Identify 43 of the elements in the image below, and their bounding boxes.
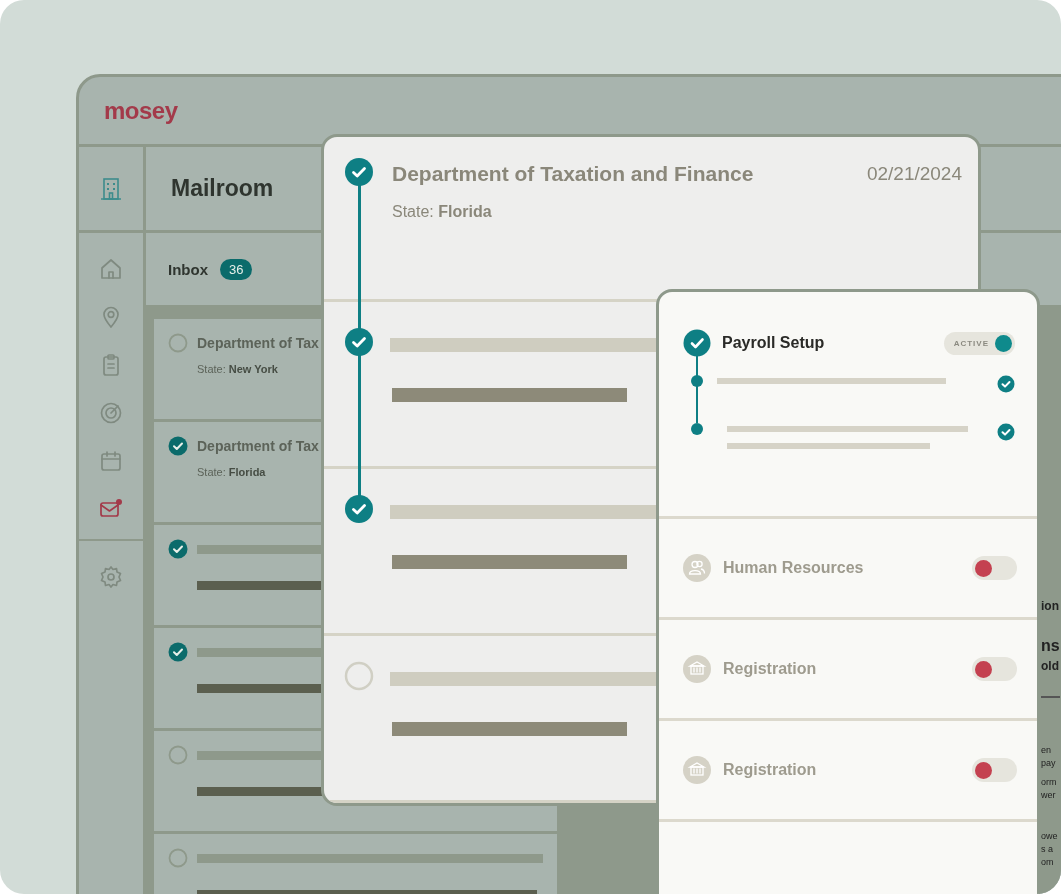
bank-icon xyxy=(683,756,711,784)
empty-circle-icon[interactable] xyxy=(168,333,188,353)
letter-title: Department of Taxation and Finance xyxy=(392,162,754,186)
document-text: om xyxy=(1041,856,1054,869)
document-text: s a xyxy=(1041,843,1053,856)
letter-date: 02/21/2024 xyxy=(866,163,962,185)
people-icon xyxy=(683,554,711,582)
target-icon[interactable] xyxy=(99,401,123,425)
check-circle-icon[interactable] xyxy=(168,436,188,456)
check-circle-icon xyxy=(683,329,711,357)
active-toggle[interactable]: ACTIVE xyxy=(943,331,1015,355)
timeline-dot xyxy=(691,375,703,387)
check-circle-icon[interactable] xyxy=(168,539,188,559)
section-title: Registration xyxy=(723,761,818,779)
letter-state: State: Florida xyxy=(392,203,493,221)
mail-title: Department of Tax xyxy=(197,335,319,351)
document-text: old xyxy=(1041,658,1059,674)
inbox-count: 36 xyxy=(220,258,253,280)
inbox-tab[interactable]: Inbox xyxy=(168,260,208,278)
document-text: wer xyxy=(1041,789,1056,802)
logo[interactable]: mosey xyxy=(104,96,178,125)
section-title: Registration xyxy=(723,660,818,678)
mail-state: State: Florida xyxy=(197,466,267,478)
calendar-icon[interactable] xyxy=(99,449,123,473)
timeline-dot xyxy=(691,423,703,435)
document-text: ion xyxy=(1041,598,1059,614)
document-text: en xyxy=(1041,744,1051,757)
document-text: pay xyxy=(1041,757,1056,770)
home-icon[interactable] xyxy=(99,257,123,281)
mail-title: Department of Tax xyxy=(197,438,319,454)
settings-icon[interactable] xyxy=(99,565,123,589)
empty-circle-icon[interactable] xyxy=(168,745,188,765)
document-text: orm xyxy=(1041,776,1057,789)
mail-state: State: New York xyxy=(197,363,279,375)
document-heading: ns xyxy=(1041,636,1060,656)
page-title: Mailroom xyxy=(171,175,274,202)
bank-icon xyxy=(683,655,711,683)
document-text: owe xyxy=(1041,830,1058,843)
building-icon[interactable] xyxy=(100,176,122,201)
empty-circle-icon[interactable] xyxy=(168,848,188,868)
section-title: Payroll Setup xyxy=(722,334,826,352)
section-title: Human Resources xyxy=(723,559,865,577)
check-circle-icon[interactable] xyxy=(168,642,188,662)
